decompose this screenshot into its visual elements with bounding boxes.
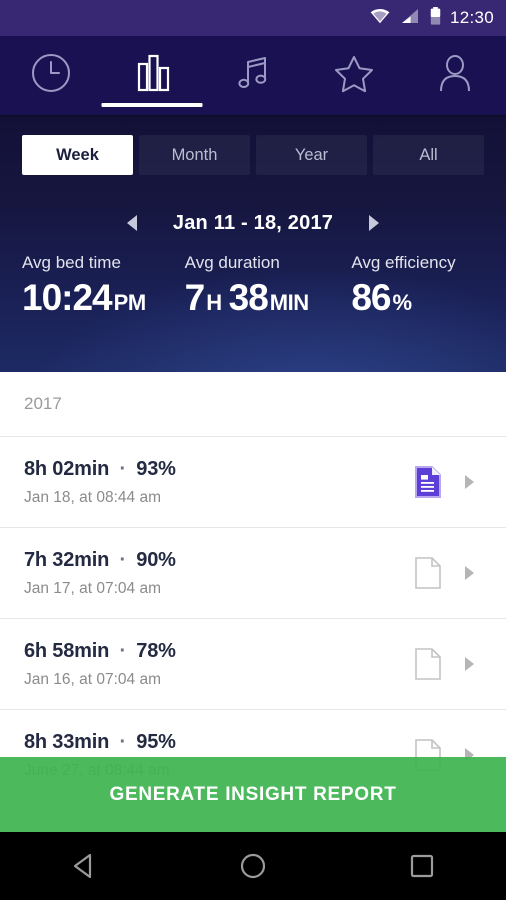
stat-avg-duration-hours-unit: H	[206, 290, 222, 315]
tab-music[interactable]	[202, 36, 303, 115]
tab-bar-shadow	[0, 115, 506, 118]
clock-icon	[29, 51, 73, 100]
battery-icon	[430, 6, 441, 30]
summary-header-panel: Week Month Year All Jan 11 - 18, 2017 Av…	[0, 115, 506, 372]
row-title: 6h 58min · 78%	[24, 640, 408, 663]
row-duration: 8h 02min	[24, 457, 110, 480]
document-outline-icon[interactable]	[408, 557, 448, 589]
status-bar-clock: 12:30	[449, 8, 494, 27]
stat-avg-bed-time: Avg bed time 10:24PM	[0, 253, 177, 363]
stat-avg-bed-time-number: 10:24	[22, 277, 113, 318]
row-title: 8h 02min · 93%	[24, 458, 408, 481]
row-date: Jan 17, at 07:04 am	[24, 579, 162, 597]
stat-avg-bed-time-value: 10:24PM	[22, 277, 177, 319]
active-tab-indicator	[101, 103, 203, 107]
recents-square-icon[interactable]	[382, 832, 462, 900]
stat-avg-efficiency-value: 86%	[351, 277, 506, 319]
stat-avg-duration-label: Avg duration	[184, 253, 280, 272]
stat-avg-duration: Avg duration 7H 38MIN	[177, 253, 340, 363]
row-efficiency: 78%	[136, 639, 176, 662]
segment-year[interactable]: Year	[256, 135, 367, 175]
row-separator: ·	[119, 548, 126, 571]
date-range-navigator: Jan 11 - 18, 2017	[0, 203, 506, 243]
stat-avg-efficiency-number: 86	[351, 277, 391, 318]
row-duration: 6h 58min	[24, 639, 110, 662]
home-circle-icon[interactable]	[213, 832, 293, 900]
tab-profile[interactable]	[405, 36, 506, 115]
table-row[interactable]: 7h 32min · 90% Jan 17, at 07:04 am	[0, 528, 506, 618]
stat-avg-duration-hours: 7	[184, 277, 206, 318]
row-date: Jan 18, at 08:44 am	[24, 488, 162, 506]
bar-chart-icon	[130, 51, 174, 100]
cellular-signal-icon	[401, 8, 419, 29]
date-range-label: Jan 11 - 18, 2017	[172, 211, 334, 234]
back-triangle-icon[interactable]	[44, 832, 124, 900]
chevron-left-icon[interactable]	[125, 214, 139, 232]
row-efficiency: 95%	[136, 730, 176, 753]
document-outline-icon[interactable]	[408, 648, 448, 680]
stat-avg-bed-time-unit: PM	[113, 290, 147, 315]
music-note-icon	[231, 51, 275, 100]
generate-insight-report-button[interactable]: GENERATE INSIGHT REPORT	[0, 757, 506, 832]
star-icon	[332, 51, 376, 100]
chevron-right-icon[interactable]	[367, 214, 381, 232]
row-text: 6h 58min · 78% Jan 16, at 07:04 am	[24, 640, 408, 689]
row-title: 8h 33min · 95%	[24, 731, 408, 754]
status-bar: 12:30	[0, 0, 506, 36]
chevron-right-icon[interactable]	[448, 474, 490, 490]
tab-clock[interactable]	[0, 36, 101, 115]
segment-week[interactable]: Week	[22, 135, 133, 175]
row-text: 8h 02min · 93% Jan 18, at 08:44 am	[24, 458, 408, 507]
stat-avg-efficiency-label: Avg efficiency	[351, 253, 456, 272]
tab-favorites[interactable]	[304, 36, 405, 115]
table-row[interactable]: 6h 58min · 78% Jan 16, at 07:04 am	[0, 619, 506, 709]
app-root: 12:30 Week Month Year All Jan 11 - 18, 2…	[0, 0, 506, 900]
row-duration: 7h 32min	[24, 548, 110, 571]
top-tab-bar	[0, 36, 506, 115]
stat-avg-duration-minutes: 38	[228, 277, 269, 318]
row-text: 7h 32min · 90% Jan 17, at 07:04 am	[24, 549, 408, 598]
status-bar-icons	[370, 6, 441, 30]
row-date: Jan 16, at 07:04 am	[24, 670, 162, 688]
person-icon	[433, 51, 477, 100]
segment-month[interactable]: Month	[139, 135, 250, 175]
row-title: 7h 32min · 90%	[24, 549, 408, 572]
chevron-right-icon[interactable]	[448, 565, 490, 581]
stat-avg-bed-time-label: Avg bed time	[22, 253, 121, 272]
average-stats-row: Avg bed time 10:24PM Avg duration 7H 38MI…	[0, 253, 506, 363]
stat-avg-efficiency-unit: %	[392, 290, 413, 315]
stat-avg-efficiency: Avg efficiency 86%	[339, 253, 506, 363]
row-duration: 8h 33min	[24, 730, 110, 753]
list-year-header: 2017	[24, 394, 62, 413]
stat-avg-duration-minutes-unit: MIN	[269, 290, 309, 315]
wifi-icon	[370, 8, 390, 29]
tab-stats[interactable]	[101, 36, 203, 115]
generate-insight-report-label: GENERATE INSIGHT REPORT	[109, 783, 397, 805]
segment-all[interactable]: All	[373, 135, 484, 175]
row-separator: ·	[119, 457, 126, 480]
row-efficiency: 93%	[136, 457, 176, 480]
row-separator: ·	[119, 639, 126, 662]
stat-avg-duration-value: 7H 38MIN	[185, 277, 340, 319]
android-navigation-bar	[0, 832, 506, 900]
row-efficiency: 90%	[136, 548, 176, 571]
table-row[interactable]: 8h 02min · 93% Jan 18, at 08:44 am	[0, 437, 506, 527]
period-segmented-control: Week Month Year All	[22, 135, 484, 175]
document-filled-icon[interactable]	[408, 466, 448, 498]
row-separator: ·	[119, 730, 126, 753]
chevron-right-icon[interactable]	[448, 656, 490, 672]
